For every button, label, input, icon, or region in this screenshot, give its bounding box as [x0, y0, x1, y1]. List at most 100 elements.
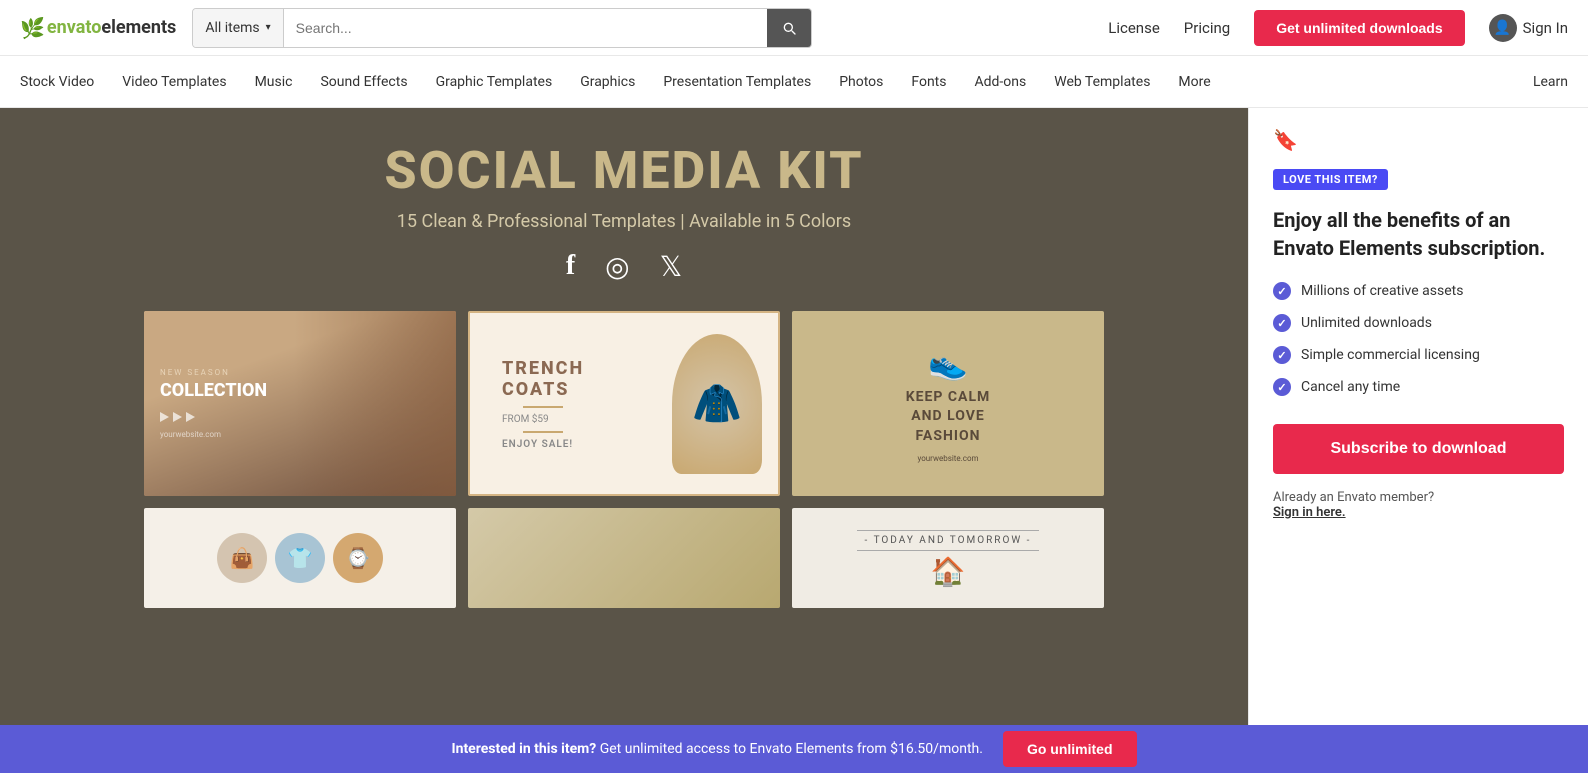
benefit-item-4: Cancel any time: [1273, 378, 1564, 396]
preview-title-gold: MEDIA KIT: [593, 140, 864, 201]
subnav-sound-effects[interactable]: Sound Effects: [320, 74, 407, 90]
benefit-label-1: Millions of creative assets: [1301, 283, 1463, 299]
benefit-label-4: Cancel any time: [1301, 379, 1400, 395]
search-icon: [781, 20, 797, 36]
accessory-item-3: ⌚: [333, 533, 383, 583]
trench-divider: [523, 406, 563, 408]
trench-text: TRENCHCOATS FROM $59 ENJOY SALE!: [486, 342, 600, 466]
go-unlimited-button[interactable]: Go unlimited: [1003, 731, 1137, 767]
coat-image: 🧥: [672, 334, 762, 474]
preview-main: SOCIAL MEDIA KIT 15 Clean & Professional…: [0, 108, 1248, 725]
sign-in-button[interactable]: 👤 Sign In: [1489, 14, 1568, 42]
check-icon-1: [1273, 282, 1291, 300]
already-member-text: Already an Envato member? Sign in here.: [1273, 490, 1564, 520]
card-today-tomorrow: - TODAY AND TOMORROW - 🏠: [792, 508, 1104, 608]
benefit-item-3: Simple commercial licensing: [1273, 346, 1564, 364]
nav-license[interactable]: License: [1108, 19, 1160, 37]
search-button[interactable]: [767, 9, 811, 47]
trench-title: TRENCHCOATS: [502, 358, 584, 400]
sub-nav: Stock Video Video Templates Music Sound …: [0, 56, 1588, 108]
subnav-presentation-templates[interactable]: Presentation Templates: [663, 74, 811, 90]
sign-in-label: Sign In: [1523, 19, 1568, 37]
facebook-icon: f: [566, 250, 575, 283]
bottom-bar-message: Interested in this item? Get unlimited a…: [452, 741, 983, 757]
get-unlimited-button[interactable]: Get unlimited downloads: [1254, 10, 1464, 46]
check-icon-2: [1273, 314, 1291, 332]
bottom-bar: Interested in this item? Get unlimited a…: [0, 725, 1588, 773]
subnav-stock-video[interactable]: Stock Video: [20, 74, 94, 90]
subnav-addons[interactable]: Add-ons: [975, 74, 1027, 90]
already-member-label: Already an Envato member?: [1273, 490, 1434, 505]
keep-calm-content: 👟 KEEP CALMAND LOVEFASHION yourwebsite.c…: [890, 328, 1007, 480]
subnav-music[interactable]: Music: [255, 74, 293, 90]
keep-calm-text: KEEP CALMAND LOVEFASHION: [906, 388, 991, 447]
benefit-item-2: Unlimited downloads: [1273, 314, 1564, 332]
clothes-background: [294, 311, 456, 496]
avatar-icon: 👤: [1489, 14, 1517, 42]
search-bar: All items ▾: [192, 8, 812, 48]
sidebar-heading: Enjoy all the benefits of an Envato Elem…: [1273, 206, 1564, 262]
search-dropdown-label: All items: [205, 20, 259, 36]
subscribe-button[interactable]: Subscribe to download: [1273, 424, 1564, 474]
nav-pricing[interactable]: Pricing: [1184, 19, 1230, 37]
enjoy-label: ENJOY SALE!: [502, 439, 584, 450]
bookmark-icon: 🔖: [1273, 128, 1564, 152]
subnav-graphics[interactable]: Graphics: [580, 74, 635, 90]
love-badge: LOVE THIS ITEM?: [1273, 169, 1388, 190]
play-icon-3: [186, 412, 195, 422]
search-dropdown[interactable]: All items ▾: [193, 9, 283, 47]
accessory-item-2: 👕: [275, 533, 325, 583]
logo-elements-text: elements: [101, 17, 176, 38]
today-logo-icon: 🏠: [857, 555, 1040, 588]
from-label: FROM $59: [502, 414, 584, 425]
search-input[interactable]: [284, 9, 768, 47]
header: 🌿 envato elements All items ▾ License Pr…: [0, 0, 1588, 56]
subnav-video-templates[interactable]: Video Templates: [122, 74, 226, 90]
benefits-list: Millions of creative assets Unlimited do…: [1273, 282, 1564, 396]
check-icon-4: [1273, 378, 1291, 396]
preview-grid: NEW SEASON COLLECTION yourwebsite.com: [144, 311, 1104, 608]
sidebar: 🔖 LOVE THIS ITEM? Enjoy all the benefits…: [1248, 108, 1588, 725]
subnav-learn[interactable]: Learn: [1533, 74, 1568, 90]
shoe-icon: 👟: [906, 344, 991, 382]
instagram-icon: ◎: [605, 250, 629, 283]
collection-title: COLLECTION: [160, 381, 267, 401]
social-icons: f ◎ 𝕏: [566, 250, 682, 283]
card-trench-coats: TRENCHCOATS FROM $59 ENJOY SALE! 🧥: [468, 311, 780, 496]
bottom-bar-normal-text: Get unlimited access to Envato Elements …: [596, 741, 983, 757]
envato-leaf-icon: 🌿: [20, 16, 45, 40]
logo[interactable]: 🌿 envato elements: [20, 16, 176, 40]
check-icon-3: [1273, 346, 1291, 364]
benefit-label-2: Unlimited downloads: [1301, 315, 1432, 331]
preview-title: SOCIAL MEDIA KIT: [384, 140, 863, 201]
accessories-collage: 👜 👕 ⌚: [207, 523, 393, 593]
subnav-web-templates[interactable]: Web Templates: [1054, 74, 1150, 90]
twitter-icon: 𝕏: [660, 250, 683, 283]
new-season-label: NEW SEASON: [160, 368, 230, 377]
today-tomorrow-content: - TODAY AND TOMORROW - 🏠: [847, 518, 1050, 598]
subnav-more[interactable]: More: [1178, 74, 1210, 90]
website-url-3: yourwebsite.com: [906, 454, 991, 463]
preview-subtitle: 15 Clean & Professional Templates | Avai…: [397, 211, 851, 232]
subnav-graphic-templates[interactable]: Graphic Templates: [436, 74, 553, 90]
benefit-label-3: Simple commercial licensing: [1301, 347, 1480, 363]
accessory-item-1: 👜: [217, 533, 267, 583]
logo-envato-text: envato: [47, 17, 101, 38]
content-area: SOCIAL MEDIA KIT 15 Clean & Professional…: [0, 108, 1248, 725]
card-fashion-1: NEW SEASON COLLECTION yourwebsite.com: [144, 311, 456, 496]
chevron-down-icon: ▾: [266, 22, 271, 33]
sign-in-here-link[interactable]: Sign in here.: [1273, 505, 1346, 520]
bottom-bar-bold-text: Interested in this item?: [452, 741, 597, 757]
play-icons: [160, 412, 195, 422]
subnav-fonts[interactable]: Fonts: [911, 74, 946, 90]
header-nav: License Pricing Get unlimited downloads …: [1108, 10, 1568, 46]
website-url-1: yourwebsite.com: [160, 430, 221, 439]
card-gold: [468, 508, 780, 608]
card-keep-calm: 👟 KEEP CALMAND LOVEFASHION yourwebsite.c…: [792, 311, 1104, 496]
trench-divider-2: [523, 431, 563, 433]
main-layout: SOCIAL MEDIA KIT 15 Clean & Professional…: [0, 108, 1588, 725]
benefit-item-1: Millions of creative assets: [1273, 282, 1564, 300]
play-icon-2: [173, 412, 182, 422]
subnav-photos[interactable]: Photos: [839, 74, 883, 90]
preview-title-white: SOCIAL: [384, 140, 592, 201]
